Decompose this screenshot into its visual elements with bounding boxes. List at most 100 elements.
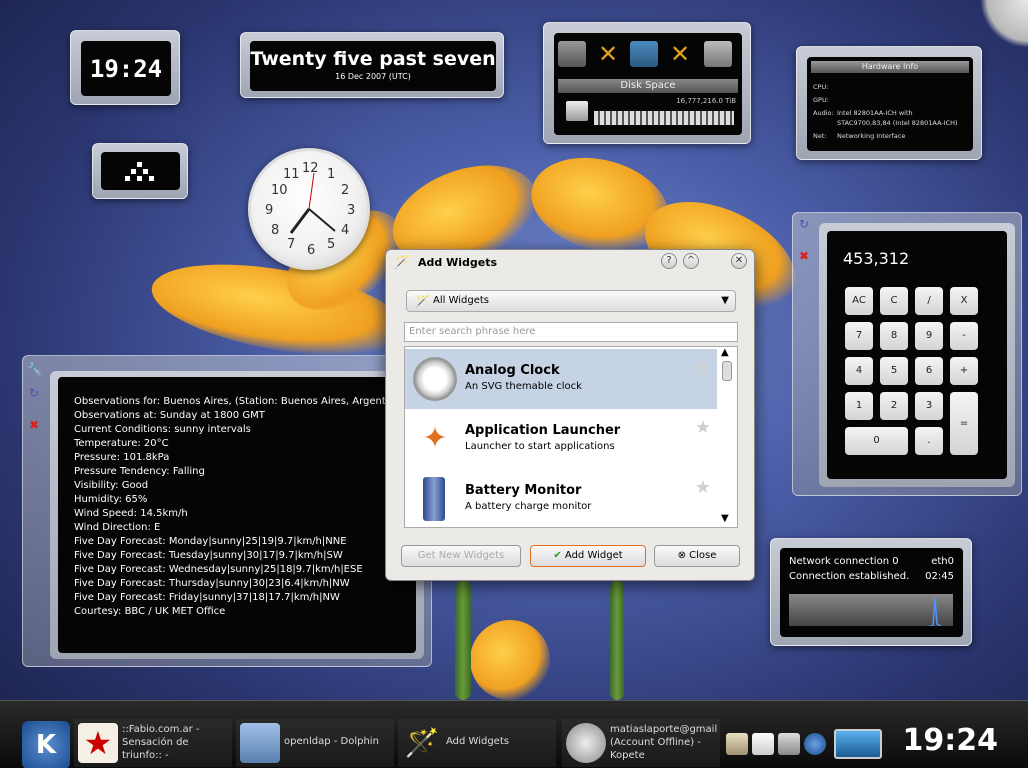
calc-button-plus[interactable]: + xyxy=(950,357,978,385)
task-label: Add Widgets xyxy=(446,736,509,747)
calc-button-divide[interactable]: / xyxy=(915,287,943,315)
weather-line: Wind Direction: E xyxy=(74,522,161,533)
network-status: Connection established. xyxy=(789,571,910,582)
calc-button-6[interactable]: 6 xyxy=(915,357,943,385)
desktop-toolbox-button[interactable] xyxy=(980,0,1028,48)
folder-icon xyxy=(240,723,280,763)
weather-line: Visibility: Good xyxy=(74,480,149,491)
calc-button-minus[interactable]: - xyxy=(950,322,978,350)
hw-row-cpu: CPU: xyxy=(813,83,829,91)
calc-button-4[interactable]: 4 xyxy=(845,357,873,385)
wallpaper-stem xyxy=(610,580,624,700)
kopete-icon xyxy=(566,723,606,763)
list-item[interactable]: Battery Monitor A battery charge monitor… xyxy=(405,469,717,527)
disk-space-widget[interactable]: ✕ ✕ Disk Space 16,777,216.0 TiB xyxy=(543,22,751,144)
weather-widget[interactable]: 🔧 ↻ ✖ Observations for: Buenos Aires, (S… xyxy=(22,355,432,667)
close-button[interactable]: ⊗ Close xyxy=(654,545,740,567)
star-icon[interactable]: ★ xyxy=(695,417,711,438)
task-label: ::Fabio.com.ar - Sensación de triunfo:: … xyxy=(122,724,200,761)
weather-report: Observations for: Buenos Aires, (Station… xyxy=(58,377,416,653)
task-add-widgets[interactable]: 🪄 Add Widgets xyxy=(398,719,556,767)
close-icon[interactable]: ✖ xyxy=(27,418,41,432)
calc-button-equals[interactable]: = xyxy=(950,392,978,455)
scroll-up-icon[interactable]: ▲ xyxy=(721,347,729,358)
monitor-icon[interactable] xyxy=(834,729,882,759)
list-item[interactable]: ✦ Application Launcher Launcher to start… xyxy=(405,409,717,469)
list-item[interactable]: Analog Clock An SVG themable clock ★ xyxy=(405,349,717,409)
chevron-down-icon: ▼ xyxy=(721,295,729,306)
wallpaper-stem xyxy=(455,580,471,700)
calc-button-5[interactable]: 5 xyxy=(880,357,908,385)
fuzzy-clock-date: 16 Dec 2007 (UTC) xyxy=(335,72,411,81)
updates-icon[interactable] xyxy=(804,733,826,755)
digital-clock-widget[interactable]: 19:24 xyxy=(70,30,180,105)
binary-dot xyxy=(137,162,142,167)
hw-row-audio-cont: STAC9700,83,84 (Intel 82801AA-ICH) xyxy=(837,119,958,127)
calc-button-c[interactable]: C xyxy=(880,287,908,315)
calc-button-9[interactable]: 9 xyxy=(915,322,943,350)
weather-line: Courtesy: BBC / UK MET Office xyxy=(74,606,226,617)
binary-dot xyxy=(131,169,136,174)
x-icon[interactable]: ✕ xyxy=(594,41,622,67)
close-label: Close xyxy=(689,550,717,561)
calc-button-8[interactable]: 8 xyxy=(880,322,908,350)
weather-line: Current Conditions: sunny intervals xyxy=(74,424,251,435)
printer-icon[interactable] xyxy=(778,733,800,755)
scroll-down-icon[interactable]: ▼ xyxy=(721,513,729,524)
taskbar-clock[interactable]: 19:24 xyxy=(903,723,999,758)
binary-clock-widget[interactable] xyxy=(92,143,188,199)
help-button[interactable]: ? xyxy=(661,253,677,269)
hard-drive-icon[interactable] xyxy=(558,41,586,67)
fuzzy-clock-widget[interactable]: Twenty five past seven 16 Dec 2007 (UTC) xyxy=(240,32,504,98)
checkmark-icon: ✔ xyxy=(553,550,562,561)
analog-clock-widget[interactable]: 12 1 2 3 4 5 6 7 8 9 10 11 xyxy=(248,148,370,270)
traffic-spike xyxy=(929,597,942,626)
calc-button-ac[interactable]: AC xyxy=(845,287,873,315)
calc-button-2[interactable]: 2 xyxy=(880,392,908,420)
widget-subtitle: Launcher to start applications xyxy=(465,441,615,452)
network-monitor-widget[interactable]: Network connection 0 eth0 Connection esta… xyxy=(770,538,972,646)
network-card-icon[interactable] xyxy=(630,41,658,67)
hardware-info-widget[interactable]: Hardware Info CPU: GPU: Audio: Intel 8280… xyxy=(796,46,982,160)
collapse-button[interactable]: ^ xyxy=(683,253,699,269)
calc-button-3[interactable]: 3 xyxy=(915,392,943,420)
close-window-button[interactable]: ✕ xyxy=(731,253,747,269)
weather-line: Five Day Forecast: Thursday|sunny|30|23|… xyxy=(74,578,350,589)
widget-category-select[interactable]: 🪄 All Widgets ▼ xyxy=(406,290,736,312)
disk-usage-bar xyxy=(594,111,734,125)
star-icon[interactable]: ★ xyxy=(695,477,711,498)
x-icon[interactable]: ✕ xyxy=(666,41,694,67)
binary-dot xyxy=(149,176,154,181)
calculator-widget[interactable]: ↻ ✖ 453,312 AC C / X 7 8 9 - 4 5 6 + 1 2… xyxy=(792,212,1022,496)
scrollbar-thumb[interactable] xyxy=(722,361,732,381)
kde-menu-icon[interactable]: K xyxy=(22,721,70,768)
search-input[interactable]: Enter search phrase here xyxy=(404,322,738,342)
widget-list[interactable]: Analog Clock An SVG themable clock ★ ✦ A… xyxy=(404,346,738,528)
close-icon[interactable]: ✖ xyxy=(797,249,811,263)
task-dolphin[interactable]: openldap - Dolphin xyxy=(236,719,394,767)
widgets-icon: 🪄 xyxy=(404,726,440,759)
list-scrollbar[interactable]: ▲ ▼ xyxy=(719,347,735,527)
calc-button-multiply[interactable]: X xyxy=(950,287,978,315)
task-kopete[interactable]: matiaslaporte@gmail (Account Offline) - … xyxy=(562,719,720,767)
wallpaper-petal xyxy=(470,620,550,700)
hard-drive-icon[interactable] xyxy=(704,41,732,67)
add-widgets-dialog[interactable]: 🪄 Add Widgets ? ^ ✕ 🪄 All Widgets ▼ Ente… xyxy=(385,249,755,581)
hw-row-audio: Audio: Intel 82801AA-ICH with xyxy=(813,109,913,117)
calc-button-1[interactable]: 1 xyxy=(845,392,873,420)
rotate-icon[interactable]: ↻ xyxy=(797,217,811,231)
rotate-icon[interactable]: ↻ xyxy=(27,386,41,400)
star-icon[interactable]: ★ xyxy=(695,357,711,378)
binary-dot xyxy=(137,176,142,181)
clipboard-icon[interactable] xyxy=(752,733,774,755)
task-fabio[interactable]: ★ ::Fabio.com.ar - Sensación de triunfo:… xyxy=(74,719,232,767)
user-icon[interactable] xyxy=(726,733,748,755)
calc-button-0[interactable]: 0 xyxy=(845,427,908,455)
add-widget-button[interactable]: ✔ Add Widget xyxy=(530,545,646,567)
wrench-icon[interactable]: 🔧 xyxy=(27,362,42,376)
calc-button-7[interactable]: 7 xyxy=(845,322,873,350)
network-traffic-graph xyxy=(789,594,953,626)
calc-button-dot[interactable]: . xyxy=(915,427,943,455)
get-new-widgets-button[interactable]: Get New Widgets xyxy=(401,545,521,567)
hardware-info-title: Hardware Info xyxy=(811,61,969,73)
